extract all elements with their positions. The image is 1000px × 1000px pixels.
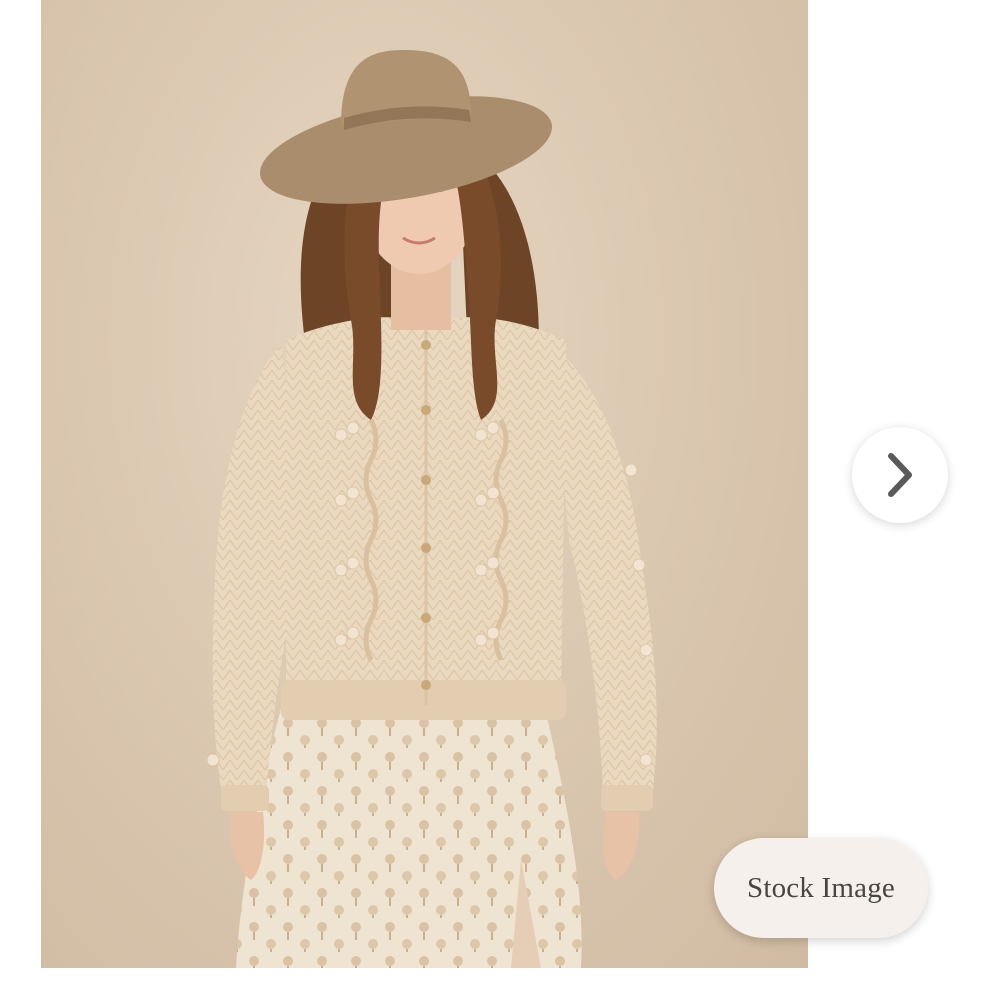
next-image-button[interactable]	[852, 427, 948, 523]
product-photo[interactable]	[41, 0, 808, 968]
stock-image-badge: Stock Image	[714, 838, 928, 938]
stock-image-label: Stock Image	[747, 871, 895, 904]
chevron-right-icon	[888, 453, 912, 497]
model-illustration	[206, 50, 657, 968]
product-image-viewer: Stock Image	[0, 0, 1000, 1000]
